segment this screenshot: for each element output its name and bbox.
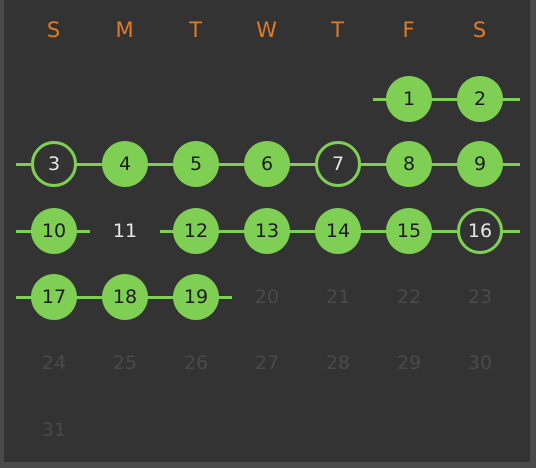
day-15[interactable]: 15	[386, 208, 432, 254]
day-19[interactable]: 19	[173, 274, 219, 320]
day-31[interactable]: 31	[31, 407, 77, 453]
weekday-header-thursday: T	[331, 18, 345, 42]
day-24[interactable]: 24	[31, 340, 77, 386]
day-26[interactable]: 26	[173, 340, 219, 386]
day-20[interactable]: 20	[244, 274, 290, 320]
day-29[interactable]: 29	[386, 340, 432, 386]
panel-border-left	[0, 0, 4, 468]
day-1[interactable]: 1	[386, 76, 432, 122]
weekday-header-friday: F	[402, 18, 416, 42]
day-23[interactable]: 23	[457, 274, 503, 320]
panel-border-right	[530, 0, 536, 468]
day-21[interactable]: 21	[315, 274, 361, 320]
day-7[interactable]: 7	[315, 141, 361, 187]
weekday-header-wednesday: W	[256, 18, 278, 42]
day-10[interactable]: 10	[31, 208, 77, 254]
day-9[interactable]: 9	[457, 141, 503, 187]
day-22[interactable]: 22	[386, 274, 432, 320]
day-2[interactable]: 2	[457, 76, 503, 122]
day-25[interactable]: 25	[102, 340, 148, 386]
panel-border-bottom	[0, 462, 536, 468]
day-8[interactable]: 8	[386, 141, 432, 187]
weekday-header-monday: M	[115, 18, 135, 42]
day-16[interactable]: 16	[457, 208, 503, 254]
day-14[interactable]: 14	[315, 208, 361, 254]
day-4[interactable]: 4	[102, 141, 148, 187]
day-17[interactable]: 17	[31, 274, 77, 320]
day-11[interactable]: 11	[102, 208, 148, 254]
day-5[interactable]: 5	[173, 141, 219, 187]
day-6[interactable]: 6	[244, 141, 290, 187]
weekday-header-sunday: S	[46, 18, 62, 42]
day-28[interactable]: 28	[315, 340, 361, 386]
day-13[interactable]: 13	[244, 208, 290, 254]
calendar-panel: S M T W T F S 1 2 3 4 5 6 7 8 9 10 11 12 13 14 15 16 17 1…	[0, 0, 536, 468]
day-30[interactable]: 30	[457, 340, 503, 386]
weekday-header-tuesday: T	[189, 18, 203, 42]
weekday-header-saturday: S	[472, 18, 488, 42]
day-3[interactable]: 3	[31, 141, 77, 187]
day-18[interactable]: 18	[102, 274, 148, 320]
day-27[interactable]: 27	[244, 340, 290, 386]
day-12[interactable]: 12	[173, 208, 219, 254]
